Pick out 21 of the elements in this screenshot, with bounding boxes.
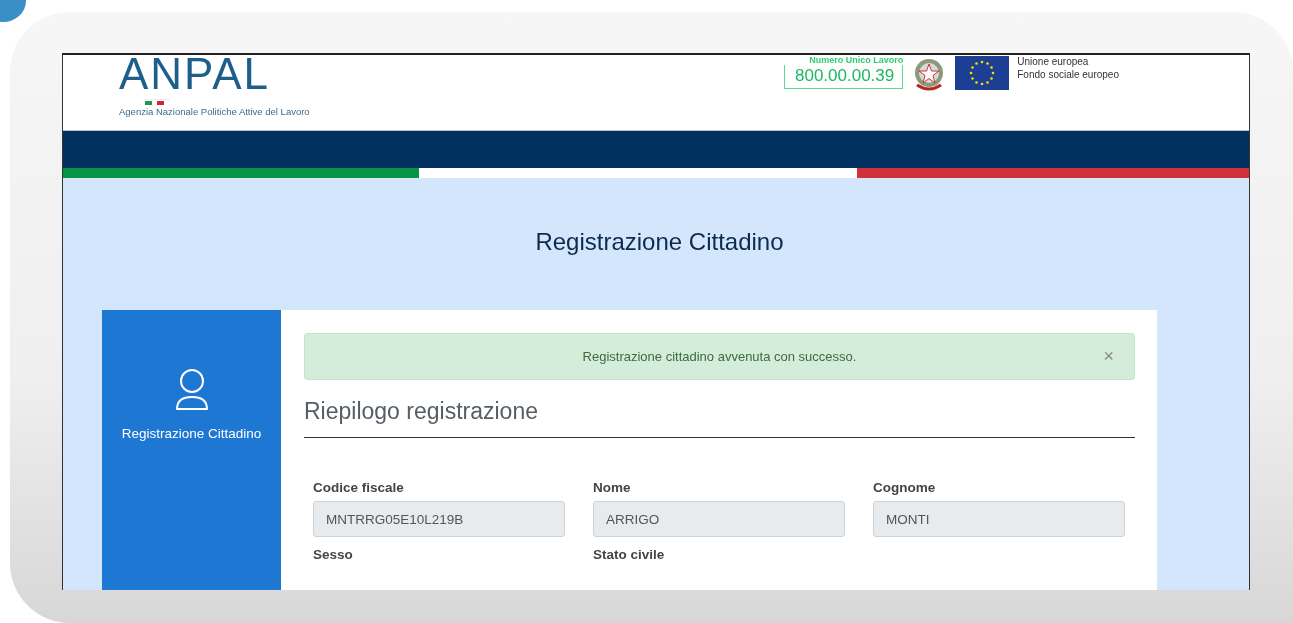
flag-icon (145, 99, 170, 105)
sidebar-label: Registrazione Cittadino (121, 426, 262, 441)
field-label: Sesso (313, 547, 354, 562)
input-field[interactable]: MONTI (873, 501, 1125, 537)
field-label: Stato civile (593, 547, 666, 562)
section-title: Riepilogo registrazione (304, 398, 1135, 438)
input-field[interactable]: ARRIGO (593, 501, 845, 537)
eu-flag-icon (955, 56, 1010, 90)
field-label: Cognome (873, 480, 937, 495)
agency-name: Agenzia Nazionale Politiche Attive del Lavoro (119, 106, 311, 117)
logo-wordmark: ANPAL (119, 55, 272, 97)
field-label: Nome (593, 480, 632, 495)
eu-text: Fondo sociale europeo (1017, 68, 1119, 81)
eu-text: Unione europea (1017, 55, 1090, 68)
field-label: Codice fiscale (313, 480, 405, 495)
input-field[interactable]: MNTRRG05E10L219B (313, 501, 565, 537)
alert-message: Registrazione cittadino avvenuta con successo. (582, 349, 857, 364)
phone-label: Numero Unico Lavoro (809, 55, 904, 65)
user-icon (174, 368, 209, 412)
phone-number: 800.00.00.39 (784, 65, 904, 89)
page-title: Registrazione Cittadino (534, 228, 785, 256)
